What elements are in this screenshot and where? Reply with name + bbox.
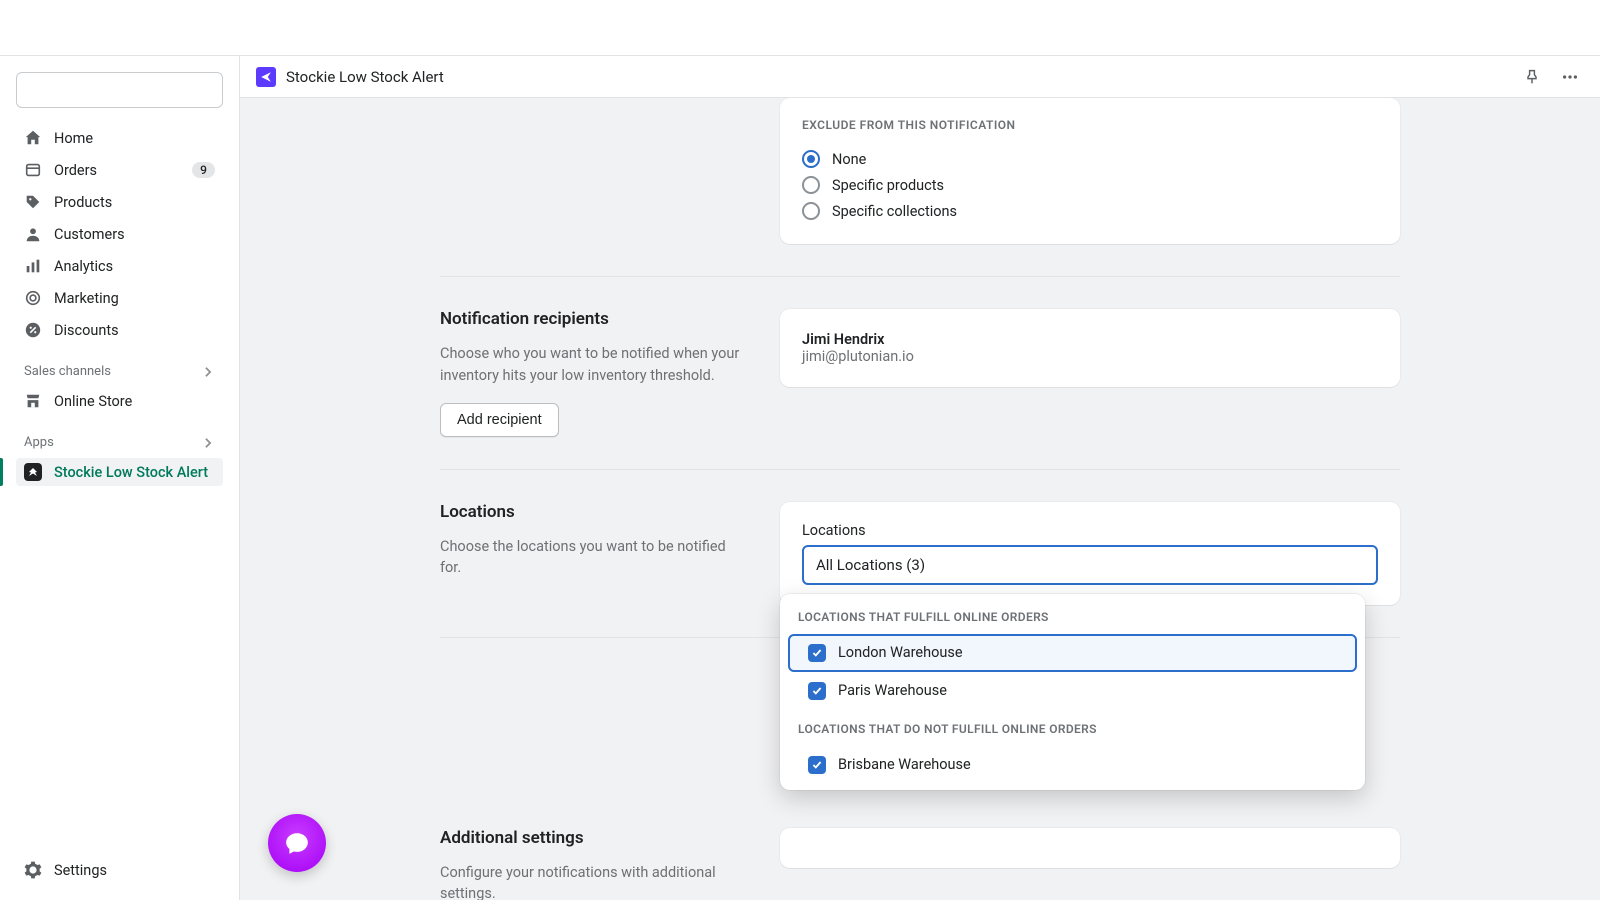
sidebar-item-label: Products: [54, 194, 215, 211]
chat-icon: [284, 830, 310, 856]
additional-desc: Configure your notifications with additi…: [440, 862, 740, 900]
location-option-brisbane[interactable]: Brisbane Warehouse: [788, 746, 1357, 784]
sidebar: Home Orders 9 Products Customers Analyti…: [0, 56, 240, 900]
top-whitespace: [0, 0, 1600, 56]
marketing-icon: [24, 289, 42, 307]
recipients-desc: Choose who you want to be notified when …: [440, 343, 740, 387]
sidebar-item-label: Orders: [54, 162, 180, 179]
exclude-heading: Exclude from this notification: [802, 118, 1378, 132]
section-exclude: Exclude from this notification None Spec…: [440, 98, 1400, 277]
app-header: Stockie Low Stock Alert: [240, 56, 1600, 98]
sidebar-item-orders[interactable]: Orders 9: [16, 156, 223, 184]
chevron-right-icon: [201, 365, 215, 379]
sidebar-item-label: Customers: [54, 226, 215, 243]
location-option-label: Paris Warehouse: [838, 682, 947, 699]
sidebar-item-marketing[interactable]: Marketing: [16, 284, 223, 312]
recipients-title: Notification recipients: [440, 309, 740, 329]
sidebar-item-label: Discounts: [54, 322, 215, 339]
radio-label: None: [832, 151, 866, 168]
app-logo-icon: [256, 67, 276, 87]
sidebar-item-label: Settings: [54, 862, 215, 879]
chat-fab[interactable]: [268, 814, 326, 872]
orders-icon: [24, 161, 42, 179]
location-option-paris[interactable]: Paris Warehouse: [788, 672, 1357, 710]
sidebar-item-customers[interactable]: Customers: [16, 220, 223, 248]
radio-label: Specific products: [832, 177, 944, 194]
pin-button[interactable]: [1518, 63, 1546, 91]
location-option-london[interactable]: London Warehouse: [788, 634, 1357, 672]
orders-badge: 9: [192, 162, 215, 178]
sidebar-item-products[interactable]: Products: [16, 188, 223, 216]
section-locations: Locations Choose the locations you want …: [440, 470, 1400, 638]
radio-exclude-collections[interactable]: Specific collections: [802, 198, 1378, 224]
content-scroll[interactable]: Exclude from this notification None Spec…: [240, 98, 1600, 900]
radio-icon: [802, 176, 820, 194]
sidebar-section-sales-channels[interactable]: Sales channels: [16, 356, 223, 383]
locations-card: Locations All Locations (3): [780, 502, 1400, 605]
exclude-card: Exclude from this notification None Spec…: [780, 98, 1400, 244]
sidebar-item-analytics[interactable]: Analytics: [16, 252, 223, 280]
additional-card: [780, 828, 1400, 868]
location-option-label: Brisbane Warehouse: [838, 756, 971, 773]
gear-icon: [24, 861, 42, 879]
sidebar-section-label: Sales channels: [24, 364, 111, 379]
sidebar-item-label: Stockie Low Stock Alert: [54, 464, 215, 481]
sidebar-section-apps[interactable]: Apps: [16, 427, 223, 454]
sidebar-item-home[interactable]: Home: [16, 124, 223, 152]
locations-field-label: Locations: [802, 522, 1378, 539]
sidebar-item-discounts[interactable]: Discounts: [16, 316, 223, 344]
more-button[interactable]: [1556, 63, 1584, 91]
store-icon: [24, 392, 42, 410]
sidebar-section-label: Apps: [24, 435, 54, 450]
section-recipients: Notification recipients Choose who you w…: [440, 277, 1400, 470]
radio-icon: [802, 150, 820, 168]
sidebar-item-label: Online Store: [54, 393, 215, 410]
locations-select-value: All Locations (3): [816, 556, 925, 574]
chevron-right-icon: [201, 436, 215, 450]
products-icon: [24, 193, 42, 211]
recipient-card: Jimi Hendrix jimi@plutonian.io: [780, 309, 1400, 387]
sidebar-item-online-store[interactable]: Online Store: [16, 387, 223, 415]
locations-select[interactable]: All Locations (3): [802, 545, 1378, 585]
radio-label: Specific collections: [832, 203, 957, 220]
radio-exclude-products[interactable]: Specific products: [802, 172, 1378, 198]
locations-desc: Choose the locations you want to be noti…: [440, 536, 740, 580]
radio-icon: [802, 202, 820, 220]
locations-title: Locations: [440, 502, 740, 522]
radio-exclude-none[interactable]: None: [802, 146, 1378, 172]
customers-icon: [24, 225, 42, 243]
main: Stockie Low Stock Alert Exclude from thi…: [240, 56, 1600, 900]
discounts-icon: [24, 321, 42, 339]
app-icon: [24, 463, 42, 481]
analytics-icon: [24, 257, 42, 275]
sidebar-item-label: Marketing: [54, 290, 215, 307]
checkbox-checked-icon: [808, 644, 826, 662]
additional-title: Additional settings: [440, 828, 740, 848]
location-option-label: London Warehouse: [838, 644, 963, 661]
sidebar-item-settings[interactable]: Settings: [16, 856, 223, 884]
dropdown-heading-fulfill: Locations that fulfill online orders: [780, 608, 1365, 634]
dropdown-heading-nofulfill: Locations that do not fulfill online ord…: [780, 720, 1365, 746]
locations-dropdown: Locations that fulfill online orders Lon…: [780, 594, 1365, 790]
sidebar-item-label: Analytics: [54, 258, 215, 275]
checkbox-checked-icon: [808, 682, 826, 700]
sidebar-item-stockie-app[interactable]: Stockie Low Stock Alert: [16, 458, 223, 486]
checkbox-checked-icon: [808, 756, 826, 774]
search-input[interactable]: [16, 72, 223, 108]
recipient-name: Jimi Hendrix: [802, 331, 1378, 348]
home-icon: [24, 129, 42, 147]
sidebar-item-label: Home: [54, 130, 215, 147]
app-title: Stockie Low Stock Alert: [286, 68, 1508, 86]
recipient-email: jimi@plutonian.io: [802, 348, 1378, 365]
add-recipient-button[interactable]: Add recipient: [440, 403, 559, 437]
